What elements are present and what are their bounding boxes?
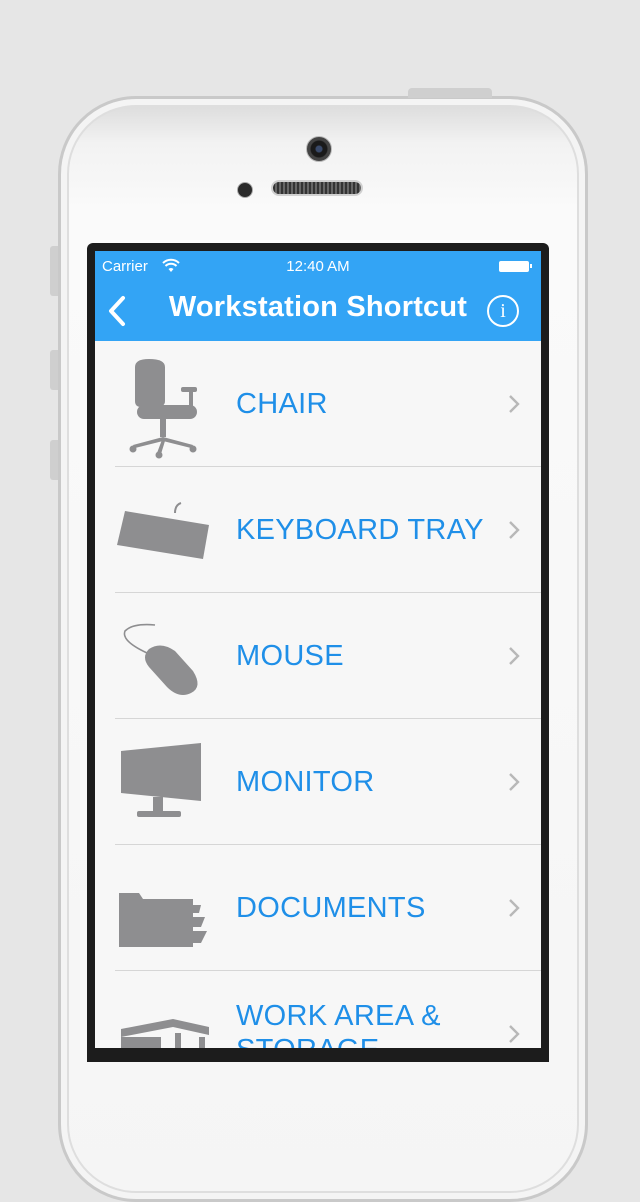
keyboard-icon bbox=[117, 502, 209, 559]
chevron-right-icon bbox=[509, 395, 520, 413]
chevron-right-icon bbox=[509, 521, 520, 539]
list-item-work-area-storage[interactable]: WORK AREA & STORAGE bbox=[95, 971, 541, 1048]
list-item-documents[interactable]: DOCUMENTS bbox=[95, 845, 541, 971]
chevron-right-icon bbox=[509, 647, 520, 665]
list-item-monitor[interactable]: MONITOR bbox=[95, 719, 541, 845]
page-title: Workstation Shortcut bbox=[168, 291, 468, 323]
chevron-right-icon bbox=[509, 773, 520, 791]
list-item-chair[interactable]: CHAIR bbox=[95, 341, 541, 467]
status-time: 12:40 AM bbox=[286, 258, 350, 275]
earpiece-speaker bbox=[271, 180, 363, 196]
list-item-label: DOCUMENTS bbox=[236, 892, 426, 924]
list-item-label: MONITOR bbox=[236, 766, 375, 798]
list-item-label: KEYBOARD TRAY bbox=[236, 514, 484, 546]
list-item-mouse[interactable]: MOUSE bbox=[95, 593, 541, 719]
chair-icon bbox=[129, 359, 197, 459]
proximity-sensor bbox=[237, 182, 253, 198]
mouse-icon bbox=[123, 623, 198, 695]
power-button bbox=[408, 88, 492, 98]
battery-icon bbox=[499, 261, 532, 272]
list-item-keyboard-tray[interactable]: KEYBOARD TRAY bbox=[95, 467, 541, 593]
list-item-label: CHAIR bbox=[236, 388, 328, 420]
info-icon[interactable]: i bbox=[487, 295, 519, 327]
navigation-bar: Carrier 12:40 AM Workstation Shortcut i bbox=[95, 251, 541, 341]
list-item-label: WORK AREA & STORAGE bbox=[236, 1000, 441, 1048]
chevron-right-icon bbox=[509, 899, 520, 917]
monitor-icon bbox=[121, 743, 201, 817]
chevron-right-icon bbox=[509, 1025, 520, 1043]
folder-icon bbox=[119, 893, 207, 947]
volume-down-button bbox=[50, 440, 58, 480]
desk-icon bbox=[121, 1019, 209, 1048]
app-screen: Carrier 12:40 AM Workstation Shortcut i bbox=[95, 251, 541, 1048]
volume-up-button bbox=[50, 350, 58, 390]
front-camera bbox=[306, 136, 332, 162]
list-item-label: MOUSE bbox=[236, 640, 344, 672]
mute-switch bbox=[50, 246, 58, 296]
